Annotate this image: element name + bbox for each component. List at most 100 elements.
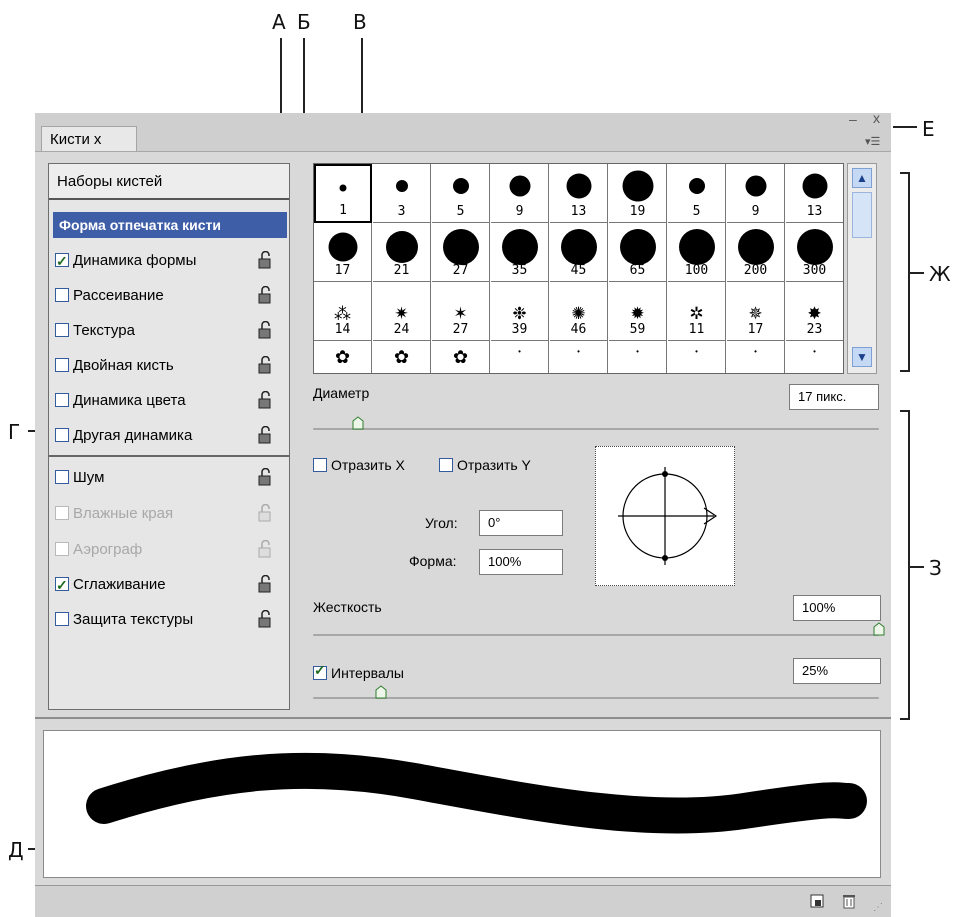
- flip-y-box[interactable]: [439, 458, 453, 472]
- brush-tip-cell[interactable]: 45: [550, 223, 608, 282]
- brush-tip-cell[interactable]: ✿: [373, 341, 431, 373]
- lock-icon[interactable]: [257, 356, 273, 374]
- spacing-field[interactable]: 25%: [793, 658, 881, 684]
- brush-tip-cell[interactable]: ✹ 59: [609, 282, 667, 341]
- new-preset-icon[interactable]: [809, 892, 825, 909]
- brush-tip-cell[interactable]: 5: [432, 164, 490, 223]
- brush-tip-cell[interactable]: 200: [727, 223, 785, 282]
- brush-tip-cell[interactable]: 19: [609, 164, 667, 223]
- tab-brushes[interactable]: Кисти x: [41, 126, 137, 151]
- brush-option-item[interactable]: Другая динамика: [55, 424, 285, 448]
- spacing-slider-handle[interactable]: [375, 685, 387, 699]
- option-checkbox[interactable]: [55, 573, 69, 597]
- brush-tip-cell[interactable]: 13: [786, 164, 843, 223]
- trash-icon[interactable]: [841, 892, 857, 909]
- brush-tip-cell[interactable]: •: [727, 341, 785, 373]
- option-checkbox[interactable]: [55, 249, 69, 273]
- option-checkbox[interactable]: [55, 428, 69, 442]
- option-label: Шум: [73, 469, 105, 486]
- option-checkbox[interactable]: [55, 470, 69, 484]
- brush-tip-cell[interactable]: ✺ 46: [550, 282, 608, 341]
- spacing-box[interactable]: [313, 662, 327, 680]
- brush-tip-cell[interactable]: 1: [314, 164, 372, 223]
- scroll-thumb[interactable]: [852, 192, 872, 238]
- brush-tip-cell[interactable]: ✸ 23: [786, 282, 843, 341]
- brush-tip-cell[interactable]: 13: [550, 164, 608, 223]
- brush-option-item[interactable]: Шум: [55, 466, 285, 490]
- lock-icon[interactable]: [257, 286, 273, 304]
- flip-x-box[interactable]: [313, 458, 327, 472]
- bracket-zh-top: [900, 172, 910, 174]
- brush-option-item[interactable]: Двойная кисть: [55, 354, 285, 378]
- diameter-slider-handle[interactable]: [352, 416, 364, 430]
- angle-field[interactable]: 0°: [479, 510, 563, 536]
- brush-tip-cell[interactable]: 100: [668, 223, 726, 282]
- option-checkbox[interactable]: [55, 358, 69, 372]
- brush-tip-shape: ✸: [807, 304, 822, 323]
- diameter-field[interactable]: 17 пикс.: [789, 384, 879, 410]
- brush-tip-cell[interactable]: 27: [432, 223, 490, 282]
- option-checkbox[interactable]: [55, 323, 69, 337]
- lock-icon[interactable]: [257, 321, 273, 339]
- brush-tip-cell[interactable]: ❉ 39: [491, 282, 549, 341]
- spacing-checkbox[interactable]: Интервалы: [313, 662, 404, 681]
- brush-tip-cell[interactable]: ✿: [314, 341, 372, 373]
- brush-tip-cell[interactable]: 9: [491, 164, 549, 223]
- spacing-slider-track[interactable]: [313, 697, 879, 699]
- brush-tip-cell[interactable]: ✲ 11: [668, 282, 726, 341]
- roundness-field[interactable]: 100%: [479, 549, 563, 575]
- brush-tip-cell[interactable]: 3: [373, 164, 431, 223]
- close-icon[interactable]: x: [873, 110, 880, 126]
- hardness-slider-handle[interactable]: [873, 622, 885, 636]
- brush-tip-cell[interactable]: 17: [314, 223, 372, 282]
- angle-roundness-preview[interactable]: [595, 446, 735, 586]
- hardness-slider-track[interactable]: [313, 634, 879, 636]
- brush-tip-cell[interactable]: •: [786, 341, 843, 373]
- brush-tip-cell[interactable]: ✿: [432, 341, 490, 373]
- brush-presets-button[interactable]: Наборы кистей: [49, 164, 289, 200]
- brush-option-item[interactable]: Динамика цвета: [55, 389, 285, 413]
- brush-tip-cell[interactable]: 300: [786, 223, 843, 282]
- lock-icon[interactable]: [257, 251, 273, 269]
- brush-option-item[interactable]: Текстура: [55, 319, 285, 343]
- brush-tip-cell[interactable]: •: [668, 341, 726, 373]
- option-checkbox[interactable]: [55, 612, 69, 626]
- lock-icon[interactable]: [257, 575, 273, 593]
- brush-tip-cell[interactable]: 5: [668, 164, 726, 223]
- brush-tip-cell[interactable]: ⁂ 14: [314, 282, 372, 341]
- brush-tip-cell[interactable]: •: [491, 341, 549, 373]
- option-checkbox[interactable]: [55, 393, 69, 407]
- option-checkbox[interactable]: [55, 288, 69, 302]
- brush-tip-shape-item[interactable]: Форма отпечатка кисти: [53, 212, 287, 238]
- brush-option-item[interactable]: Рассеивание: [55, 284, 285, 308]
- brush-tip-cell[interactable]: 9: [727, 164, 785, 223]
- lock-icon[interactable]: [257, 426, 273, 444]
- flip-x-checkbox[interactable]: Отразить X: [313, 457, 405, 473]
- scroll-up-icon[interactable]: ▲: [852, 168, 872, 188]
- brush-option-item[interactable]: Защита текстуры: [55, 608, 285, 632]
- lock-icon[interactable]: [257, 391, 273, 409]
- flip-y-checkbox[interactable]: Отразить Y: [439, 457, 531, 473]
- brush-tip-cell[interactable]: •: [550, 341, 608, 373]
- scroll-down-icon[interactable]: ▼: [852, 347, 872, 367]
- roundness-label: Форма:: [409, 553, 457, 569]
- brush-tip-shape: [802, 173, 827, 199]
- panel-menu-icon[interactable]: ▾☰: [865, 135, 880, 148]
- brush-tip-cell[interactable]: •: [609, 341, 667, 373]
- resize-grip-icon[interactable]: ⋰: [873, 902, 883, 913]
- brush-tip-cell[interactable]: 65: [609, 223, 667, 282]
- diameter-slider-track[interactable]: [313, 428, 879, 430]
- brush-tip-cell[interactable]: 21: [373, 223, 431, 282]
- lock-icon[interactable]: [257, 468, 273, 486]
- brush-option-item[interactable]: Сглаживание: [55, 573, 285, 597]
- tab-close-icon[interactable]: x: [94, 131, 102, 148]
- grid-scrollbar[interactable]: ▲ ▼: [847, 163, 877, 374]
- brush-tip-cell[interactable]: ✷ 24: [373, 282, 431, 341]
- hardness-field[interactable]: 100%: [793, 595, 881, 621]
- minimize-icon[interactable]: –: [849, 111, 857, 127]
- lock-icon[interactable]: [257, 610, 273, 628]
- brush-option-item[interactable]: Динамика формы: [55, 249, 285, 273]
- brush-tip-cell[interactable]: ✵ 17: [727, 282, 785, 341]
- brush-tip-cell[interactable]: ✶ 27: [432, 282, 490, 341]
- brush-tip-cell[interactable]: 35: [491, 223, 549, 282]
